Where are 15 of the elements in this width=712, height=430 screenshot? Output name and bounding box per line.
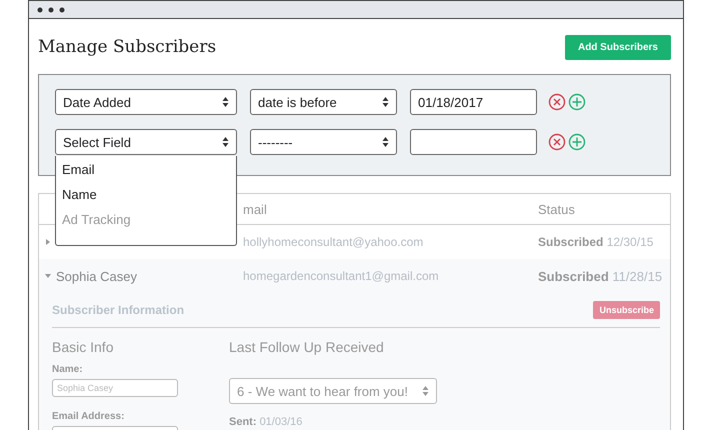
sent-label: Sent: <box>229 416 256 428</box>
section-heading: Last Follow Up Received <box>229 339 385 355</box>
sent-date: 01/03/16 <box>260 416 302 428</box>
section-title: Subscriber Information <box>52 303 184 317</box>
subscription-status: Subscribed 12/30/15 <box>538 235 654 249</box>
column-header: Status <box>538 202 576 216</box>
field-label: Email Address: <box>52 411 126 422</box>
subscriber-email: homegardenconsultant1@gmail.com <box>243 269 440 283</box>
subscription-status: Subscribed 11/28/15 <box>538 268 664 284</box>
subscriber-name: Sophia Casey <box>56 268 137 284</box>
column-header: mail <box>243 202 268 216</box>
section-heading: Basic Info <box>52 339 114 355</box>
page-title: Manage Subscribers <box>38 37 216 57</box>
field-label: Name: <box>52 364 84 375</box>
subscriber-email: hollyhomeconsultant@yahoo.com <box>243 235 424 249</box>
